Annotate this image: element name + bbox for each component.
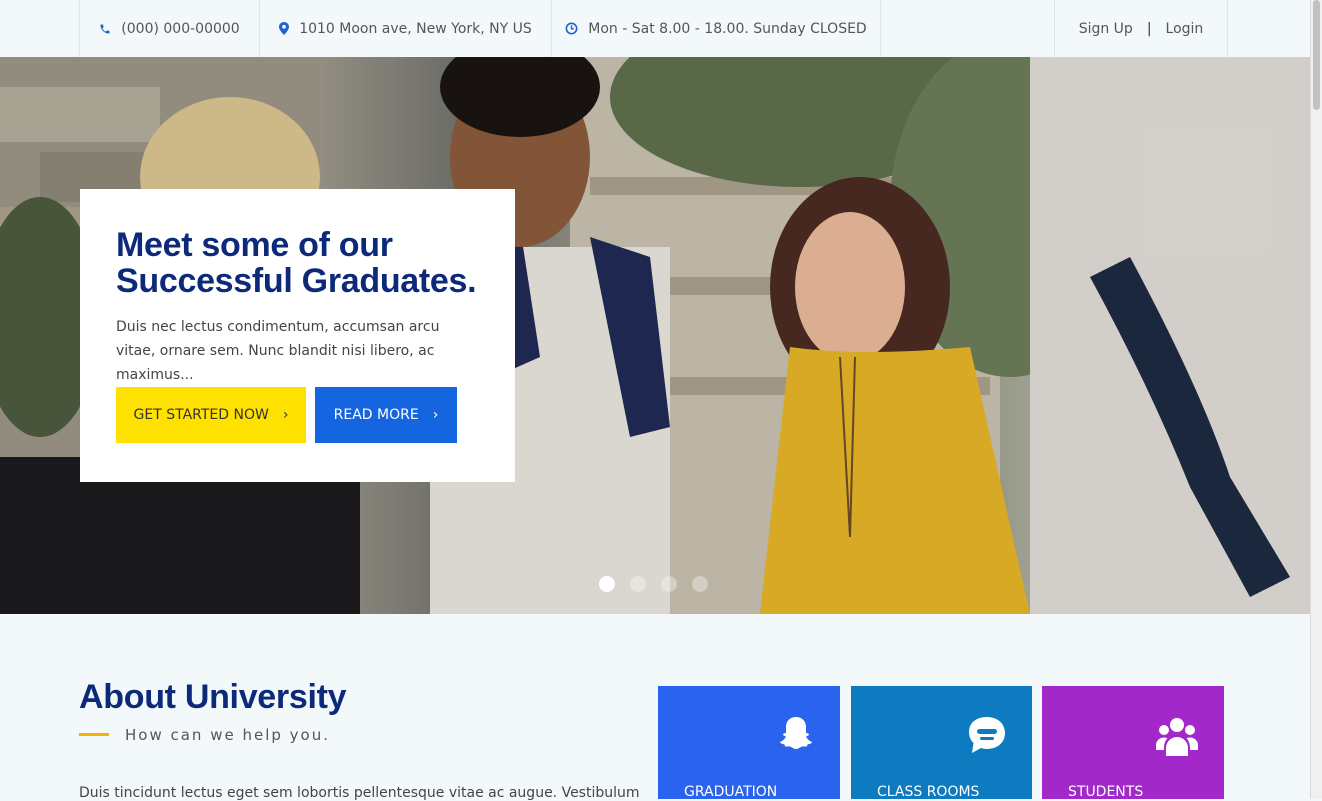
signup-link[interactable]: Sign Up xyxy=(1079,21,1133,37)
slider-dot-1[interactable] xyxy=(599,576,615,592)
address-info: 1010 Moon ave, New York, NY US xyxy=(260,0,552,57)
map-marker-icon xyxy=(279,22,290,35)
phone-icon xyxy=(99,23,111,35)
slider-dot-4[interactable] xyxy=(692,576,708,592)
hero-description: Duis nec lectus condimentum, accumsan ar… xyxy=(116,319,440,383)
tile-students-label: STUDENTS xyxy=(1068,784,1144,800)
read-more-label: READ MORE xyxy=(333,407,419,423)
hours-info: Mon - Sat 8.00 - 18.00. Sunday CLOSED xyxy=(552,0,881,57)
auth-links: Sign Up | Login xyxy=(1054,0,1228,57)
auth-separator: | xyxy=(1146,20,1152,37)
hero-title: Meet some of our Successful Graduates. xyxy=(116,226,477,300)
hero-caption-card: Meet some of our Successful Graduates. D… xyxy=(80,189,515,482)
clock-icon xyxy=(565,22,578,35)
address-text: 1010 Moon ave, New York, NY US xyxy=(299,20,532,37)
read-more-button[interactable]: READ MORE › xyxy=(315,387,457,443)
get-started-button[interactable]: GET STARTED NOW › xyxy=(116,387,306,443)
hero-slider: Meet some of our Successful Graduates. D… xyxy=(0,57,1310,614)
slider-dot-3[interactable] xyxy=(661,576,677,592)
phone-text: (000) 000-00000 xyxy=(121,20,240,37)
get-started-label: GET STARTED NOW xyxy=(133,407,269,423)
tile-graduation-label: GRADUATION xyxy=(684,784,778,800)
tile-class-rooms-label: CLASS ROOMS xyxy=(877,784,980,800)
snapchat-ghost-icon xyxy=(776,714,816,758)
chat-face-icon xyxy=(966,714,1008,760)
login-link[interactable]: Login xyxy=(1166,21,1204,37)
hero-buttons: GET STARTED NOW › READ MORE › xyxy=(116,387,457,443)
chevron-right-icon: › xyxy=(432,407,439,423)
about-underline xyxy=(79,733,109,736)
chevron-right-icon: › xyxy=(282,407,289,423)
about-subtitle: How can we help you. xyxy=(125,726,330,744)
tile-graduation[interactable]: GRADUATION xyxy=(658,686,840,800)
users-group-icon xyxy=(1154,714,1200,764)
slider-dot-2[interactable] xyxy=(630,576,646,592)
scrollbar-thumb[interactable] xyxy=(1313,0,1320,110)
tile-students[interactable]: STUDENTS xyxy=(1042,686,1224,800)
phone-info: (000) 000-00000 xyxy=(79,0,260,57)
about-title: About University xyxy=(79,678,347,716)
slider-pagination xyxy=(599,576,708,592)
tile-class-rooms[interactable]: CLASS ROOMS xyxy=(851,686,1032,800)
top-info-bar: (000) 000-00000 1010 Moon ave, New York,… xyxy=(0,0,1310,58)
page-scrollbar[interactable] xyxy=(1310,0,1322,799)
hours-text: Mon - Sat 8.00 - 18.00. Sunday CLOSED xyxy=(588,20,867,37)
